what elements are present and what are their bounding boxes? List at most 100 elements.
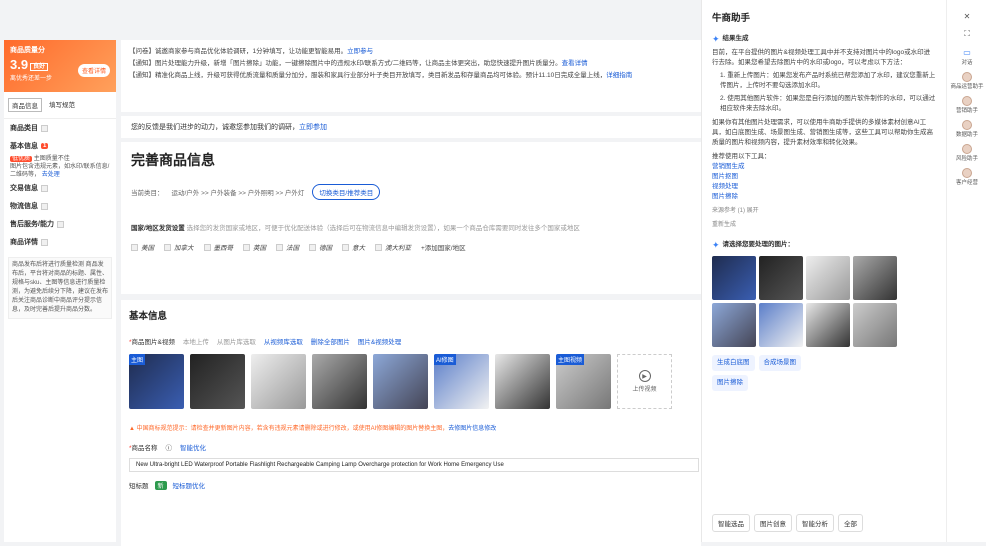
- section-logistics[interactable]: 物流信息: [4, 197, 116, 215]
- check-icon: [41, 238, 48, 246]
- rail-assistant[interactable]: 风险助手: [947, 144, 986, 162]
- short-title-optimize[interactable]: 短标题优化: [173, 480, 206, 490]
- rail-assistant[interactable]: 客户经营: [947, 168, 986, 186]
- issue-badge: 1: [41, 143, 49, 149]
- select-image[interactable]: [759, 256, 803, 300]
- expand-icon[interactable]: ⛶: [961, 28, 973, 40]
- notice-board: 【问卷】诚邀商家参与商品优化体验调研，1分钟填写，让功能更智能易用。立即参与 【…: [121, 40, 701, 112]
- product-name-input[interactable]: New Ultra-bright LED Waterproof Portable…: [129, 458, 699, 472]
- image-warning: ▲ 中国商标规范提示：请检查并更新图片内容，若含有违规元素请删除或进行修改，或使…: [129, 426, 497, 432]
- sparkle-icon: ✦: [712, 34, 720, 44]
- tool-link[interactable]: 图片擦除: [712, 192, 936, 202]
- country-checkbox[interactable]: 法国: [276, 242, 299, 252]
- select-image[interactable]: [759, 303, 803, 347]
- select-image[interactable]: [712, 303, 756, 347]
- product-thumbnail[interactable]: [495, 354, 550, 409]
- country-checkbox[interactable]: 德国: [309, 242, 332, 252]
- rail-assistant[interactable]: 商品运营助手: [947, 72, 986, 90]
- basic-sub-issue: 低优质 主图质量不佳 图片包含违规元素，如水印/联系信息/二维码等， 去处理: [10, 156, 110, 178]
- product-thumbnail[interactable]: AI修图: [434, 354, 489, 409]
- check-icon: [56, 220, 64, 228]
- notice-link[interactable]: 立即参与: [347, 48, 373, 55]
- product-thumbnail[interactable]: [373, 354, 428, 409]
- tool-link[interactable]: 图片抠图: [712, 172, 936, 182]
- from-library[interactable]: 从图片库选取: [217, 336, 256, 346]
- score-value: 3.9: [10, 57, 29, 72]
- assistant-intro: 目前，在平台提供的图片&视频处理工具中并不支持对图片中的logo或水印进行去除。…: [712, 49, 931, 66]
- country-checkbox[interactable]: 美国: [131, 242, 154, 252]
- tab-product-info[interactable]: 商品信息: [8, 98, 42, 112]
- scene-button[interactable]: 合成场景图: [758, 355, 801, 371]
- product-thumbnail[interactable]: [190, 354, 245, 409]
- section-basic[interactable]: 基本信息 1: [4, 137, 116, 155]
- select-image[interactable]: [806, 256, 850, 300]
- category-card: 完善商品信息 当前类目： 运动/户外 >> 户外装备 >> 户外照明 >> 户外…: [121, 142, 701, 294]
- country-checkbox[interactable]: 加拿大: [164, 242, 194, 252]
- bottom-tab[interactable]: 智能分析: [796, 514, 834, 532]
- assistant-step: 1. 重新上传图片：如果您发布产品时系统已帮您添加了水印，建议您重新上传图片，上…: [720, 72, 936, 89]
- select-image[interactable]: [853, 303, 897, 347]
- select-image[interactable]: [853, 256, 897, 300]
- notice-link[interactable]: 查看详情: [562, 60, 588, 67]
- country-checkbox[interactable]: 英国: [243, 242, 266, 252]
- add-region-link[interactable]: +添加国家/地区: [421, 242, 466, 252]
- close-icon[interactable]: ✕: [961, 10, 973, 22]
- quality-score-card: 商品质量分 3.9 良好 离优秀还差一步 查看详情: [4, 40, 116, 92]
- section-trade[interactable]: 交易信息: [4, 179, 116, 197]
- regenerate-button[interactable]: 重新生成: [712, 220, 936, 230]
- image-tools[interactable]: 图片&视频处理: [358, 336, 401, 346]
- rail-chat[interactable]: ▭ 对话: [947, 46, 986, 67]
- section-category[interactable]: 商品类目: [4, 119, 116, 137]
- select-image-grid: [712, 256, 936, 347]
- select-image[interactable]: [806, 303, 850, 347]
- country-list: 美国 加拿大 墨西哥 英国 法国 德国 意大 澳大利亚 +添加国家/地区: [131, 242, 691, 252]
- white-bg-button[interactable]: 生成白底图: [712, 355, 755, 371]
- survey-link[interactable]: 立即参加: [299, 124, 327, 131]
- assistant-panel: 牛商助手 ✦ 结果生成 目前，在平台提供的图片&视频处理工具中并不支持对图片中的l…: [701, 0, 946, 542]
- bottom-tab[interactable]: 图片创意: [754, 514, 792, 532]
- upload-local[interactable]: 本地上传: [183, 336, 209, 346]
- new-badge: 新: [154, 480, 167, 490]
- bottom-tab[interactable]: 全部: [838, 514, 863, 532]
- tool-link[interactable]: 视频处理: [712, 182, 936, 192]
- notice-link[interactable]: 详细指南: [606, 72, 632, 79]
- source-ref[interactable]: 来源参考 (1) 展开: [712, 206, 936, 216]
- rail-assistant[interactable]: 数据助手: [947, 120, 986, 138]
- main-content: 【问卷】诚邀商家参与商品优化体验调研，1分钟填写，让功能更智能易用。立即参与 【…: [121, 40, 701, 546]
- erase-button[interactable]: 图片擦除: [712, 375, 748, 391]
- country-checkbox[interactable]: 墨西哥: [203, 242, 233, 252]
- product-thumbnail[interactable]: [251, 354, 306, 409]
- section-after-sales[interactable]: 售后服务/能力: [4, 215, 116, 233]
- switch-category-button[interactable]: 切换类目/推荐类目: [312, 184, 381, 200]
- select-image[interactable]: [712, 256, 756, 300]
- page-title: 完善商品信息: [131, 152, 215, 168]
- tools-label: 推荐使用以下工具：: [712, 153, 771, 160]
- basic-info-card: 基本信息 *商品图片&视频 本地上传 从图片库选取 从视频库选取 删除全部图片 …: [121, 300, 701, 546]
- smart-optimize-button[interactable]: 智能优化: [180, 442, 206, 452]
- quality-tip: 商品发布后将进行质量检测 商品发布后，平台将对商品的标题、属性、规格与sku、主…: [8, 257, 112, 319]
- rail-assistant[interactable]: 营销助手: [947, 96, 986, 114]
- delete-all-images[interactable]: 删除全部图片: [311, 336, 350, 346]
- score-detail-button[interactable]: 查看详情: [77, 64, 110, 77]
- go-fix-link[interactable]: 去处理: [42, 172, 60, 178]
- low-quality-tag: 低优质: [10, 156, 33, 162]
- tool-link[interactable]: 营销图生成: [712, 162, 936, 172]
- check-icon: [41, 184, 48, 192]
- upload-video-button[interactable]: ▶ 上传视频: [617, 354, 672, 409]
- from-video[interactable]: 从视频库选取: [264, 336, 303, 346]
- product-thumbnail[interactable]: [312, 354, 367, 409]
- fix-image-link[interactable]: 去修图片信息修改: [448, 426, 496, 432]
- left-panel: 商品质量分 3.9 良好 离优秀还差一步 查看详情 商品信息 填写规范 商品类目 …: [4, 40, 116, 542]
- country-checkbox[interactable]: 澳大利亚: [375, 242, 411, 252]
- assistant-extra: 如果你有其他图片处理需求，可以使用牛商助手提供的多媒体素材创意AI工具，如白底图…: [712, 119, 933, 146]
- tab-fill-rules[interactable]: 填写规范: [46, 98, 78, 112]
- bottom-tab[interactable]: 智能选品: [712, 514, 750, 532]
- product-thumbnail[interactable]: 主图: [129, 354, 184, 409]
- product-thumbnail[interactable]: 主图视频: [556, 354, 611, 409]
- section-details[interactable]: 商品详情: [4, 233, 116, 251]
- assistant-title: 牛商助手: [712, 13, 751, 24]
- country-checkbox[interactable]: 意大: [342, 242, 365, 252]
- right-rail: ✕ ⛶ ▭ 对话 商品运营助手 营销助手 数据助手 风险助手 客户经营: [946, 0, 986, 542]
- name-label: 商品名称: [131, 445, 158, 452]
- sparkle-icon: ✦: [712, 240, 720, 250]
